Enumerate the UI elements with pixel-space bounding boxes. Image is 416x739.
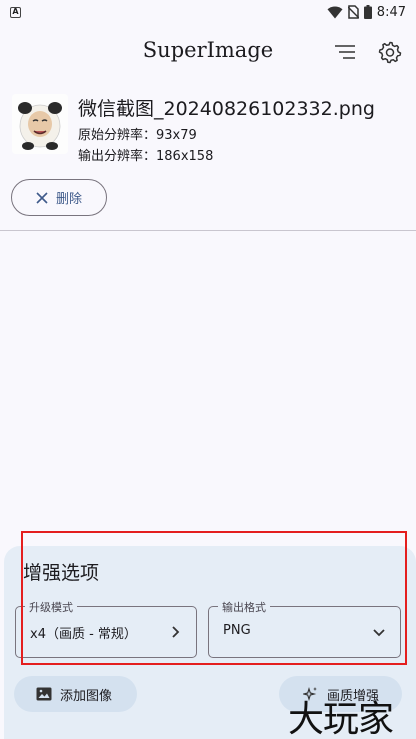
watermark: 大玩家 [288, 699, 394, 739]
chevron-down-icon [373, 629, 385, 637]
status-left: A [10, 6, 21, 18]
add-image-button[interactable]: 添加图像 [14, 676, 137, 712]
gear-icon [378, 41, 402, 64]
sort-menu-button[interactable] [331, 38, 359, 66]
upscale-mode-value: x4（画质 - 常规） [30, 627, 137, 642]
no-sim-icon [347, 5, 359, 19]
output-format-value: PNG [223, 623, 251, 638]
sort-lines-icon [335, 45, 355, 59]
original-resolution-label: 原始分辨率： [78, 128, 157, 143]
output-resolution: 输出分辨率：186x158 [78, 145, 213, 164]
divider [0, 230, 416, 231]
add-image-label: 添加图像 [60, 688, 113, 704]
status-bar: A 8:47 [0, 0, 416, 24]
meme-face-thumbnail [12, 94, 68, 154]
delete-button-label: 删除 [55, 192, 82, 207]
output-resolution-label: 输出分辨率： [78, 149, 157, 164]
settings-button[interactable] [375, 37, 405, 67]
file-name: 微信截图_20240826102332.png [78, 98, 375, 120]
chevron-right-icon [172, 626, 180, 638]
output-format-label: 输出格式 [218, 599, 270, 615]
notification-icon: A [10, 6, 21, 18]
original-resolution: 原始分辨率：93x79 [78, 124, 197, 143]
status-right: 8:47 [327, 5, 406, 20]
upscale-mode-select[interactable]: 升级模式 x4（画质 - 常规） [15, 599, 197, 658]
original-resolution-value: 93x79 [156, 128, 197, 143]
wifi-icon [327, 6, 343, 18]
top-app-bar: SuperImage [0, 24, 416, 80]
close-icon [36, 191, 48, 204]
image-icon [36, 687, 52, 701]
output-format-select[interactable]: 输出格式 PNG [208, 599, 401, 658]
upscale-mode-label: 升级模式 [25, 599, 77, 615]
image-thumbnail [12, 94, 68, 154]
options-title: 增强选项 [23, 562, 100, 584]
delete-button[interactable]: 删除 [11, 179, 107, 216]
battery-icon [363, 5, 372, 19]
output-resolution-value: 186x158 [156, 149, 214, 164]
status-time: 8:47 [376, 4, 406, 20]
